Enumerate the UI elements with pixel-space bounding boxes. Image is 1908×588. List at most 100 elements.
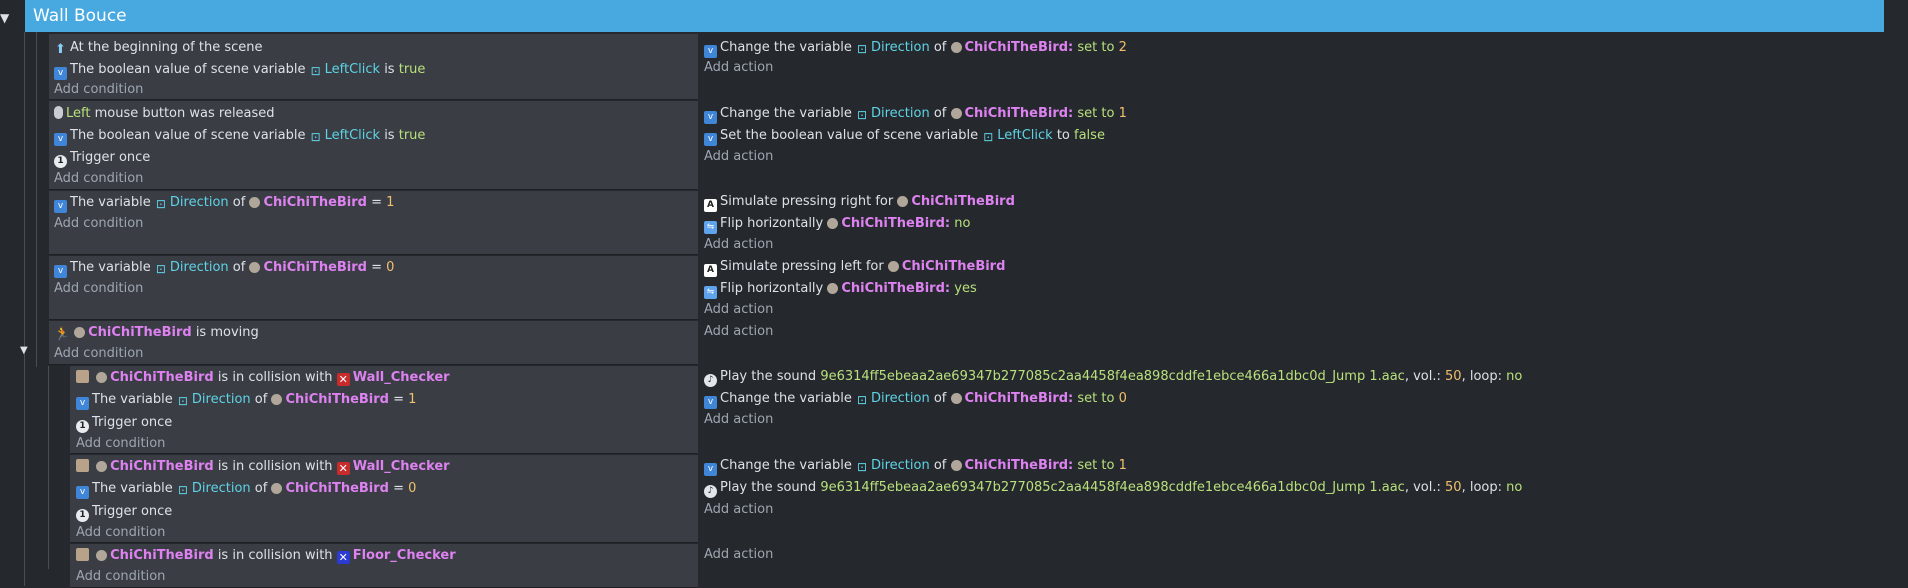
condition-row[interactable]: ⬆ At the beginning of the scene: [54, 38, 262, 58]
add-action-link[interactable]: Add action: [704, 500, 773, 520]
action-row[interactable]: ⇋ Flip horizontally ChiChiTheBird: no: [704, 214, 970, 234]
condition-row[interactable]: v The variable ⊡ Direction of ChiChiTheBir…: [54, 193, 394, 213]
action-row[interactable]: ⇋ Flip horizontally ChiChiTheBird: yes: [704, 279, 977, 299]
condition-row[interactable]: 🏃 ChiChiTheBird is moving: [54, 323, 259, 343]
action-row[interactable]: ♪ Play the sound 9e6314ff5ebeaa2ae69347b2…: [704, 367, 1522, 387]
event-6-actions[interactable]: ♪ Play the sound 9e6314ff5ebeaa2ae69347b2…: [698, 366, 1884, 454]
action-row[interactable]: v Change the variable ⊡ Direction of ChiCh…: [704, 38, 1127, 58]
condition-row[interactable]: ChiChiTheBird is in collision with ✕ Wall…: [76, 368, 450, 388]
event-1-conditions[interactable]: ⬆ At the beginning of the scene v The bool…: [49, 34, 698, 100]
mouse-icon: [54, 106, 63, 119]
event-5-conditions[interactable]: 🏃 ChiChiTheBird is moving Add condition: [49, 321, 698, 365]
condition-row[interactable]: Left mouse button was released: [54, 104, 275, 124]
event-8-conditions[interactable]: ChiChiTheBird is in collision with ✕ Floo…: [70, 544, 698, 588]
condition-row[interactable]: v The variable ⊡ Direction of ChiChiTheBir…: [76, 479, 416, 499]
collision-icon: [76, 459, 89, 472]
action-row[interactable]: v Change the variable ⊡ Direction of ChiCh…: [704, 104, 1127, 124]
action-row[interactable]: ♪ Play the sound 9e6314ff5ebeaa2ae69347b2…: [704, 478, 1522, 498]
event-8-actions[interactable]: Add action: [698, 544, 1884, 586]
action-row[interactable]: v Set the boolean value of scene variable…: [704, 126, 1105, 146]
variable-icon: v: [704, 45, 717, 58]
keyboard-icon: A: [704, 264, 717, 277]
bird-object-icon: [96, 461, 108, 472]
start-scene-icon: ⬆: [55, 42, 66, 57]
add-condition-link[interactable]: Add condition: [54, 214, 143, 234]
add-condition-link[interactable]: Add condition: [54, 80, 143, 100]
wall-checker-icon: ✕: [336, 462, 350, 475]
condition-row[interactable]: v The variable ⊡ Direction of ChiChiTheBir…: [54, 258, 394, 278]
variable-icon: ⊡: [155, 197, 166, 211]
sound-icon: ♪: [704, 374, 717, 387]
add-action-link[interactable]: Add action: [704, 300, 773, 320]
variable-icon: ⊡: [856, 108, 867, 122]
event-7-conditions[interactable]: ChiChiTheBird is in collision with ✕ Wall…: [70, 455, 698, 543]
condition-row[interactable]: 1 Trigger once: [54, 148, 150, 168]
bird-object-icon: [897, 196, 909, 207]
add-condition-link[interactable]: Add condition: [76, 434, 165, 454]
event-7-actions[interactable]: v Change the variable ⊡ Direction of ChiCh…: [698, 455, 1884, 543]
add-condition-link[interactable]: Add condition: [54, 344, 143, 364]
variable-icon: v: [76, 397, 89, 410]
condition-row[interactable]: ChiChiTheBird is in collision with ✕ Wall…: [76, 457, 450, 477]
group-header[interactable]: Wall Bouce: [25, 0, 1884, 32]
event-6-conditions[interactable]: ChiChiTheBird is in collision with ✕ Wall…: [70, 366, 698, 454]
sound-icon: ♪: [704, 485, 717, 498]
scene-variable-icon: v: [54, 67, 67, 80]
event-1-actions[interactable]: v Change the variable ⊡ Direction of ChiCh…: [698, 34, 1884, 100]
variable-icon: ⊡: [155, 262, 166, 276]
condition-row[interactable]: 1 Trigger once: [76, 502, 172, 522]
variable-icon: v: [704, 463, 717, 476]
trigger-once-icon: 1: [76, 509, 89, 522]
variable-icon: ⊡: [983, 130, 994, 144]
event-4-actions[interactable]: A Simulate pressing left for ChiChiTheBir…: [698, 256, 1884, 320]
variable-icon: ⊡: [856, 460, 867, 474]
bird-object-icon: [74, 327, 86, 338]
floor-checker-icon: ✕: [336, 551, 350, 564]
add-condition-link[interactable]: Add condition: [76, 523, 165, 543]
add-action-link[interactable]: Add action: [704, 322, 773, 342]
add-action-link[interactable]: Add action: [704, 545, 773, 565]
bird-object-icon: [827, 218, 839, 229]
event-5-actions[interactable]: Add action: [698, 321, 1884, 365]
event-4-conditions[interactable]: v The variable ⊡ Direction of ChiChiTheBir…: [49, 256, 698, 320]
condition-row[interactable]: v The boolean value of scene variable ⊡ Le…: [54, 60, 425, 80]
add-condition-link[interactable]: Add condition: [54, 169, 143, 189]
add-action-link[interactable]: Add action: [704, 58, 773, 78]
variable-icon: ⊡: [177, 483, 188, 497]
bird-object-icon: [249, 197, 261, 208]
add-condition-link[interactable]: Add condition: [54, 279, 143, 299]
bird-object-icon: [271, 483, 283, 494]
add-condition-link[interactable]: Add condition: [76, 567, 165, 587]
bird-object-icon: [96, 550, 108, 561]
condition-row[interactable]: v The variable ⊡ Direction of ChiChiTheBir…: [76, 390, 416, 410]
condition-row[interactable]: ChiChiTheBird is in collision with ✕ Floo…: [76, 546, 456, 566]
variable-icon: ⊡: [856, 393, 867, 407]
bird-object-icon: [249, 262, 261, 273]
add-action-link[interactable]: Add action: [704, 410, 773, 430]
action-row[interactable]: v Change the variable ⊡ Direction of ChiCh…: [704, 389, 1127, 409]
action-row[interactable]: A Simulate pressing right for ChiChiTheBi…: [704, 192, 1015, 212]
group-title[interactable]: Wall Bouce: [33, 6, 127, 26]
wall-checker-icon: ✕: [336, 373, 350, 386]
condition-row[interactable]: v The boolean value of scene variable ⊡ Le…: [54, 126, 425, 146]
tree-line: [24, 32, 25, 586]
group-collapse-arrow[interactable]: ▼: [0, 11, 9, 25]
add-action-link[interactable]: Add action: [704, 235, 773, 255]
event-2-actions[interactable]: v Change the variable ⊡ Direction of ChiCh…: [698, 101, 1884, 190]
condition-row[interactable]: 1 Trigger once: [76, 413, 172, 433]
event-2-conditions[interactable]: Left mouse button was released v The bool…: [49, 101, 698, 190]
add-action-link[interactable]: Add action: [704, 147, 773, 167]
variable-icon: v: [704, 111, 717, 124]
variable-icon: v: [54, 200, 67, 213]
bird-object-icon: [271, 394, 283, 405]
action-row[interactable]: v Change the variable ⊡ Direction of ChiCh…: [704, 456, 1127, 476]
trigger-once-icon: 1: [76, 420, 89, 433]
variable-icon: ⊡: [856, 42, 867, 56]
event-3-conditions[interactable]: v The variable ⊡ Direction of ChiChiTheBir…: [49, 191, 698, 255]
event-3-actions[interactable]: A Simulate pressing right for ChiChiTheBi…: [698, 191, 1884, 255]
bird-object-icon: [950, 108, 962, 119]
subevent-collapse-arrow[interactable]: ▼: [20, 345, 28, 356]
action-row[interactable]: A Simulate pressing left for ChiChiTheBir…: [704, 257, 1005, 277]
bird-object-icon: [950, 42, 962, 53]
variable-icon: v: [76, 486, 89, 499]
